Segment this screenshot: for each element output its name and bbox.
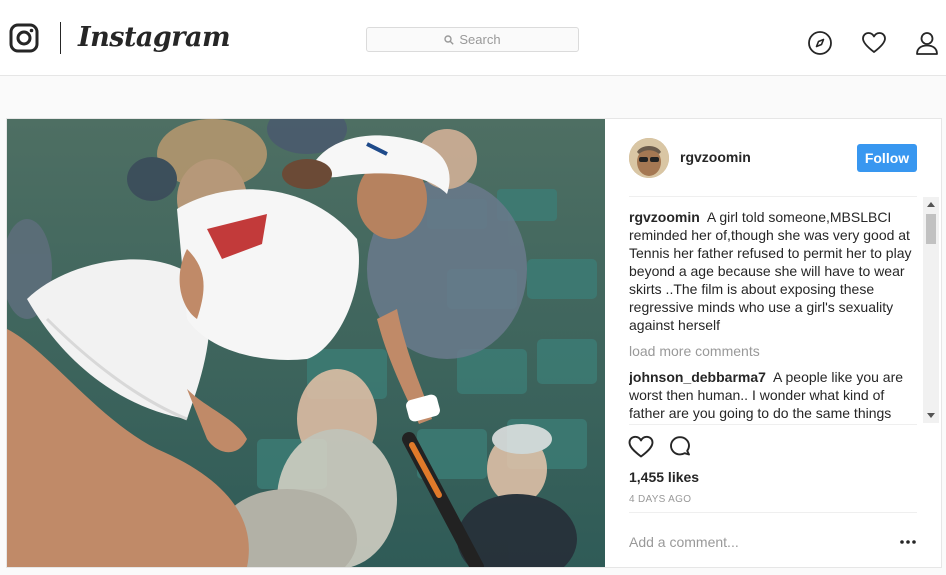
divider [629, 424, 917, 425]
post-owner-username[interactable]: rgvzoomin [680, 149, 751, 165]
activity-heart-icon[interactable] [861, 30, 887, 56]
post-photo-image [7, 119, 605, 567]
logo-divider [60, 22, 61, 54]
scroll-up-arrow-icon[interactable] [927, 202, 935, 207]
divider [629, 512, 917, 513]
more-options-icon[interactable] [898, 531, 918, 553]
load-more-comments-link[interactable]: load more comments [629, 342, 917, 360]
caption-text: A girl told someone,MBSLBCI reminded her… [629, 209, 912, 333]
explore-compass-icon[interactable] [807, 30, 833, 56]
follow-button[interactable]: Follow [857, 144, 917, 172]
comment-username[interactable]: johnson_debbarma7 [629, 369, 766, 385]
search-input[interactable]: Search [366, 27, 579, 52]
post-card: rgvzoomin Follow rgvzoomin A girl told s… [6, 118, 942, 568]
search-icon [444, 34, 455, 45]
list-item: johnson_debbarma7 A people like you are … [629, 368, 917, 422]
top-navigation-bar: Instagram Search [0, 0, 946, 76]
instagram-camera-icon[interactable] [9, 23, 39, 53]
scroll-down-arrow-icon[interactable] [927, 413, 935, 418]
add-comment-input[interactable]: Add a comment... [629, 531, 879, 553]
caption: rgvzoomin A girl told someone,MBSLBCI re… [629, 208, 917, 334]
comment-bubble-icon[interactable] [668, 435, 692, 459]
search-placeholder: Search [459, 32, 501, 47]
comments-list[interactable]: rgvzoomin A girl told someone,MBSLBCI re… [629, 208, 917, 422]
post-timestamp[interactable]: 4 DAYS AGO [629, 494, 691, 505]
post-sidebar: rgvzoomin Follow rgvzoomin A girl told s… [605, 119, 941, 567]
like-heart-icon[interactable] [628, 435, 654, 459]
likes-count[interactable]: 1,455 likes [629, 469, 699, 485]
avatar[interactable] [629, 138, 669, 178]
divider [629, 196, 917, 197]
caption-username[interactable]: rgvzoomin [629, 209, 700, 225]
post-photo[interactable] [7, 119, 605, 567]
profile-person-icon[interactable] [914, 30, 940, 56]
scrollbar-thumb[interactable] [926, 214, 936, 244]
avatar-image [629, 138, 669, 178]
instagram-wordmark[interactable]: Instagram [78, 20, 231, 56]
comments-scrollbar[interactable] [923, 197, 939, 423]
